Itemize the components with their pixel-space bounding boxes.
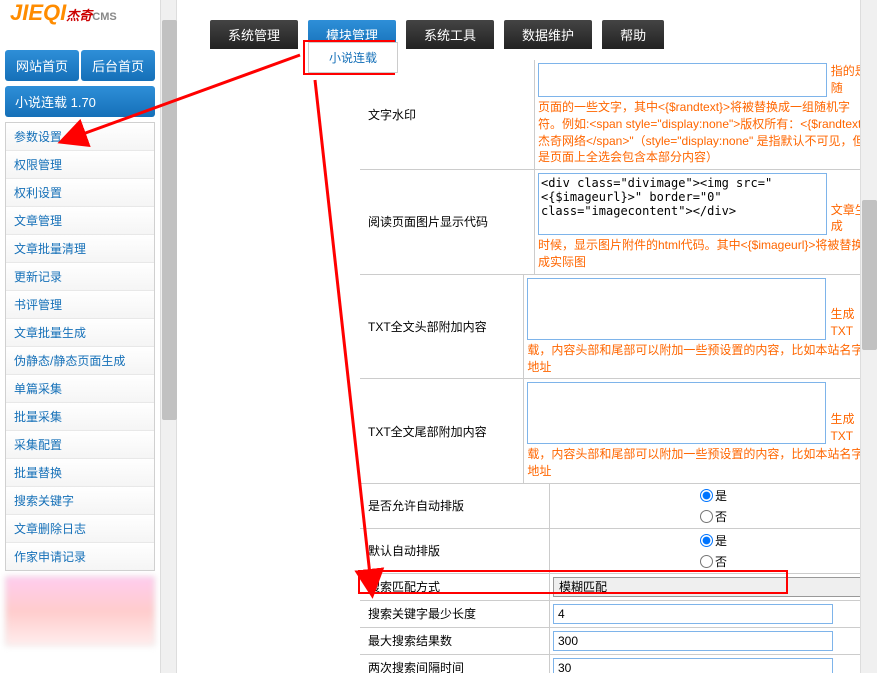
hint-imgcode2: 时候，显示图片附件的html代码。其中<{$imageurl}>将被替换成实际图 (538, 237, 874, 271)
menu-batch-clean[interactable]: 文章批量清理 (6, 235, 154, 263)
autoformat-no[interactable] (700, 510, 713, 523)
sidebar: 网站首页 后台首页 小说连载 1.70 参数设置 权限管理 权利设置 文章管理 … (5, 50, 155, 646)
nav-tools[interactable]: 系统工具 (406, 20, 494, 49)
autoformat-yes[interactable] (700, 489, 713, 502)
menu-params[interactable]: 参数设置 (6, 123, 154, 151)
nav-help[interactable]: 帮助 (602, 20, 664, 49)
menu-batch-col[interactable]: 批量采集 (6, 403, 154, 431)
dropdown-novel[interactable]: 小说连载 (308, 42, 398, 73)
menu-perm[interactable]: 权限管理 (6, 151, 154, 179)
menu-author-apply[interactable]: 作家申请记录 (6, 543, 154, 570)
sidebar-menu: 参数设置 权限管理 权利设置 文章管理 文章批量清理 更新记录 书评管理 文章批… (5, 122, 155, 571)
top-nav: 系统管理 模块管理 系统工具 数据维护 帮助 (210, 20, 664, 49)
admin-home-link[interactable]: 后台首页 (81, 50, 155, 81)
txttail-input[interactable] (527, 382, 826, 444)
minlen-input[interactable] (553, 604, 833, 624)
label-searchmode: 搜索匹配方式 (360, 574, 550, 600)
menu-review[interactable]: 书评管理 (6, 291, 154, 319)
txthead-input[interactable] (527, 278, 826, 340)
label-maxresult: 最大搜索结果数 (360, 628, 550, 654)
menu-update[interactable]: 更新记录 (6, 263, 154, 291)
hint-txthead2: 载，内容头部和尾部可以附加一些预设置的内容，比如本站名字地址 (527, 342, 874, 376)
label-defaultauto: 默认自动排版 (360, 529, 550, 573)
menu-dellog[interactable]: 文章删除日志 (6, 515, 154, 543)
menu-collect-cfg[interactable]: 采集配置 (6, 431, 154, 459)
menu-rights[interactable]: 权利设置 (6, 179, 154, 207)
defaultauto-no[interactable] (700, 555, 713, 568)
maxresult-input[interactable] (553, 631, 833, 651)
hint-watermark2: 页面的一些文字，其中<{$randtext}>将被替换成一组随机字符。例如:<s… (538, 99, 874, 166)
imgcode-input[interactable]: <div class="divimage"><img src="<{$image… (538, 173, 827, 235)
label-interval: 两次搜索间隔时间 (360, 655, 550, 673)
menu-batch-gen[interactable]: 文章批量生成 (6, 319, 154, 347)
searchmode-select[interactable]: 模糊匹配 (553, 577, 874, 597)
menu-static[interactable]: 伪静态/静态页面生成 (6, 347, 154, 375)
label-txttail: TXT全文尾部附加内容 (360, 379, 524, 483)
menu-keyword[interactable]: 搜索关键字 (6, 487, 154, 515)
menu-replace[interactable]: 批量替换 (6, 459, 154, 487)
watermark-input[interactable] (538, 63, 827, 97)
defaultauto-yes[interactable] (700, 534, 713, 547)
interval-input[interactable] (553, 658, 833, 673)
hint-txttail2: 载，内容头部和尾部可以附加一些预设置的内容，比如本站名字地址 (527, 446, 874, 480)
sidebar-title: 小说连载 1.70 (5, 86, 155, 117)
label-imgcode: 阅读页面图片显示代码 (360, 170, 535, 274)
menu-article[interactable]: 文章管理 (6, 207, 154, 235)
scrollbar[interactable] (860, 0, 877, 673)
menu-single[interactable]: 单篇采集 (6, 375, 154, 403)
nav-data[interactable]: 数据维护 (504, 20, 592, 49)
nav-system[interactable]: 系统管理 (210, 20, 298, 49)
label-watermark: 文字水印 (360, 60, 535, 169)
label-autoformat: 是否允许自动排版 (360, 484, 550, 528)
content-area: 文字水印 指的是随 页面的一些文字，其中<{$randtext}>将被替换成一组… (170, 60, 877, 673)
sidebar-image (5, 576, 155, 646)
label-txthead: TXT全文头部附加内容 (360, 275, 524, 379)
home-link[interactable]: 网站首页 (5, 50, 79, 81)
logo: JIEQI杰奇CMS (10, 0, 160, 30)
label-minlen: 搜索关键字最少长度 (360, 601, 550, 627)
